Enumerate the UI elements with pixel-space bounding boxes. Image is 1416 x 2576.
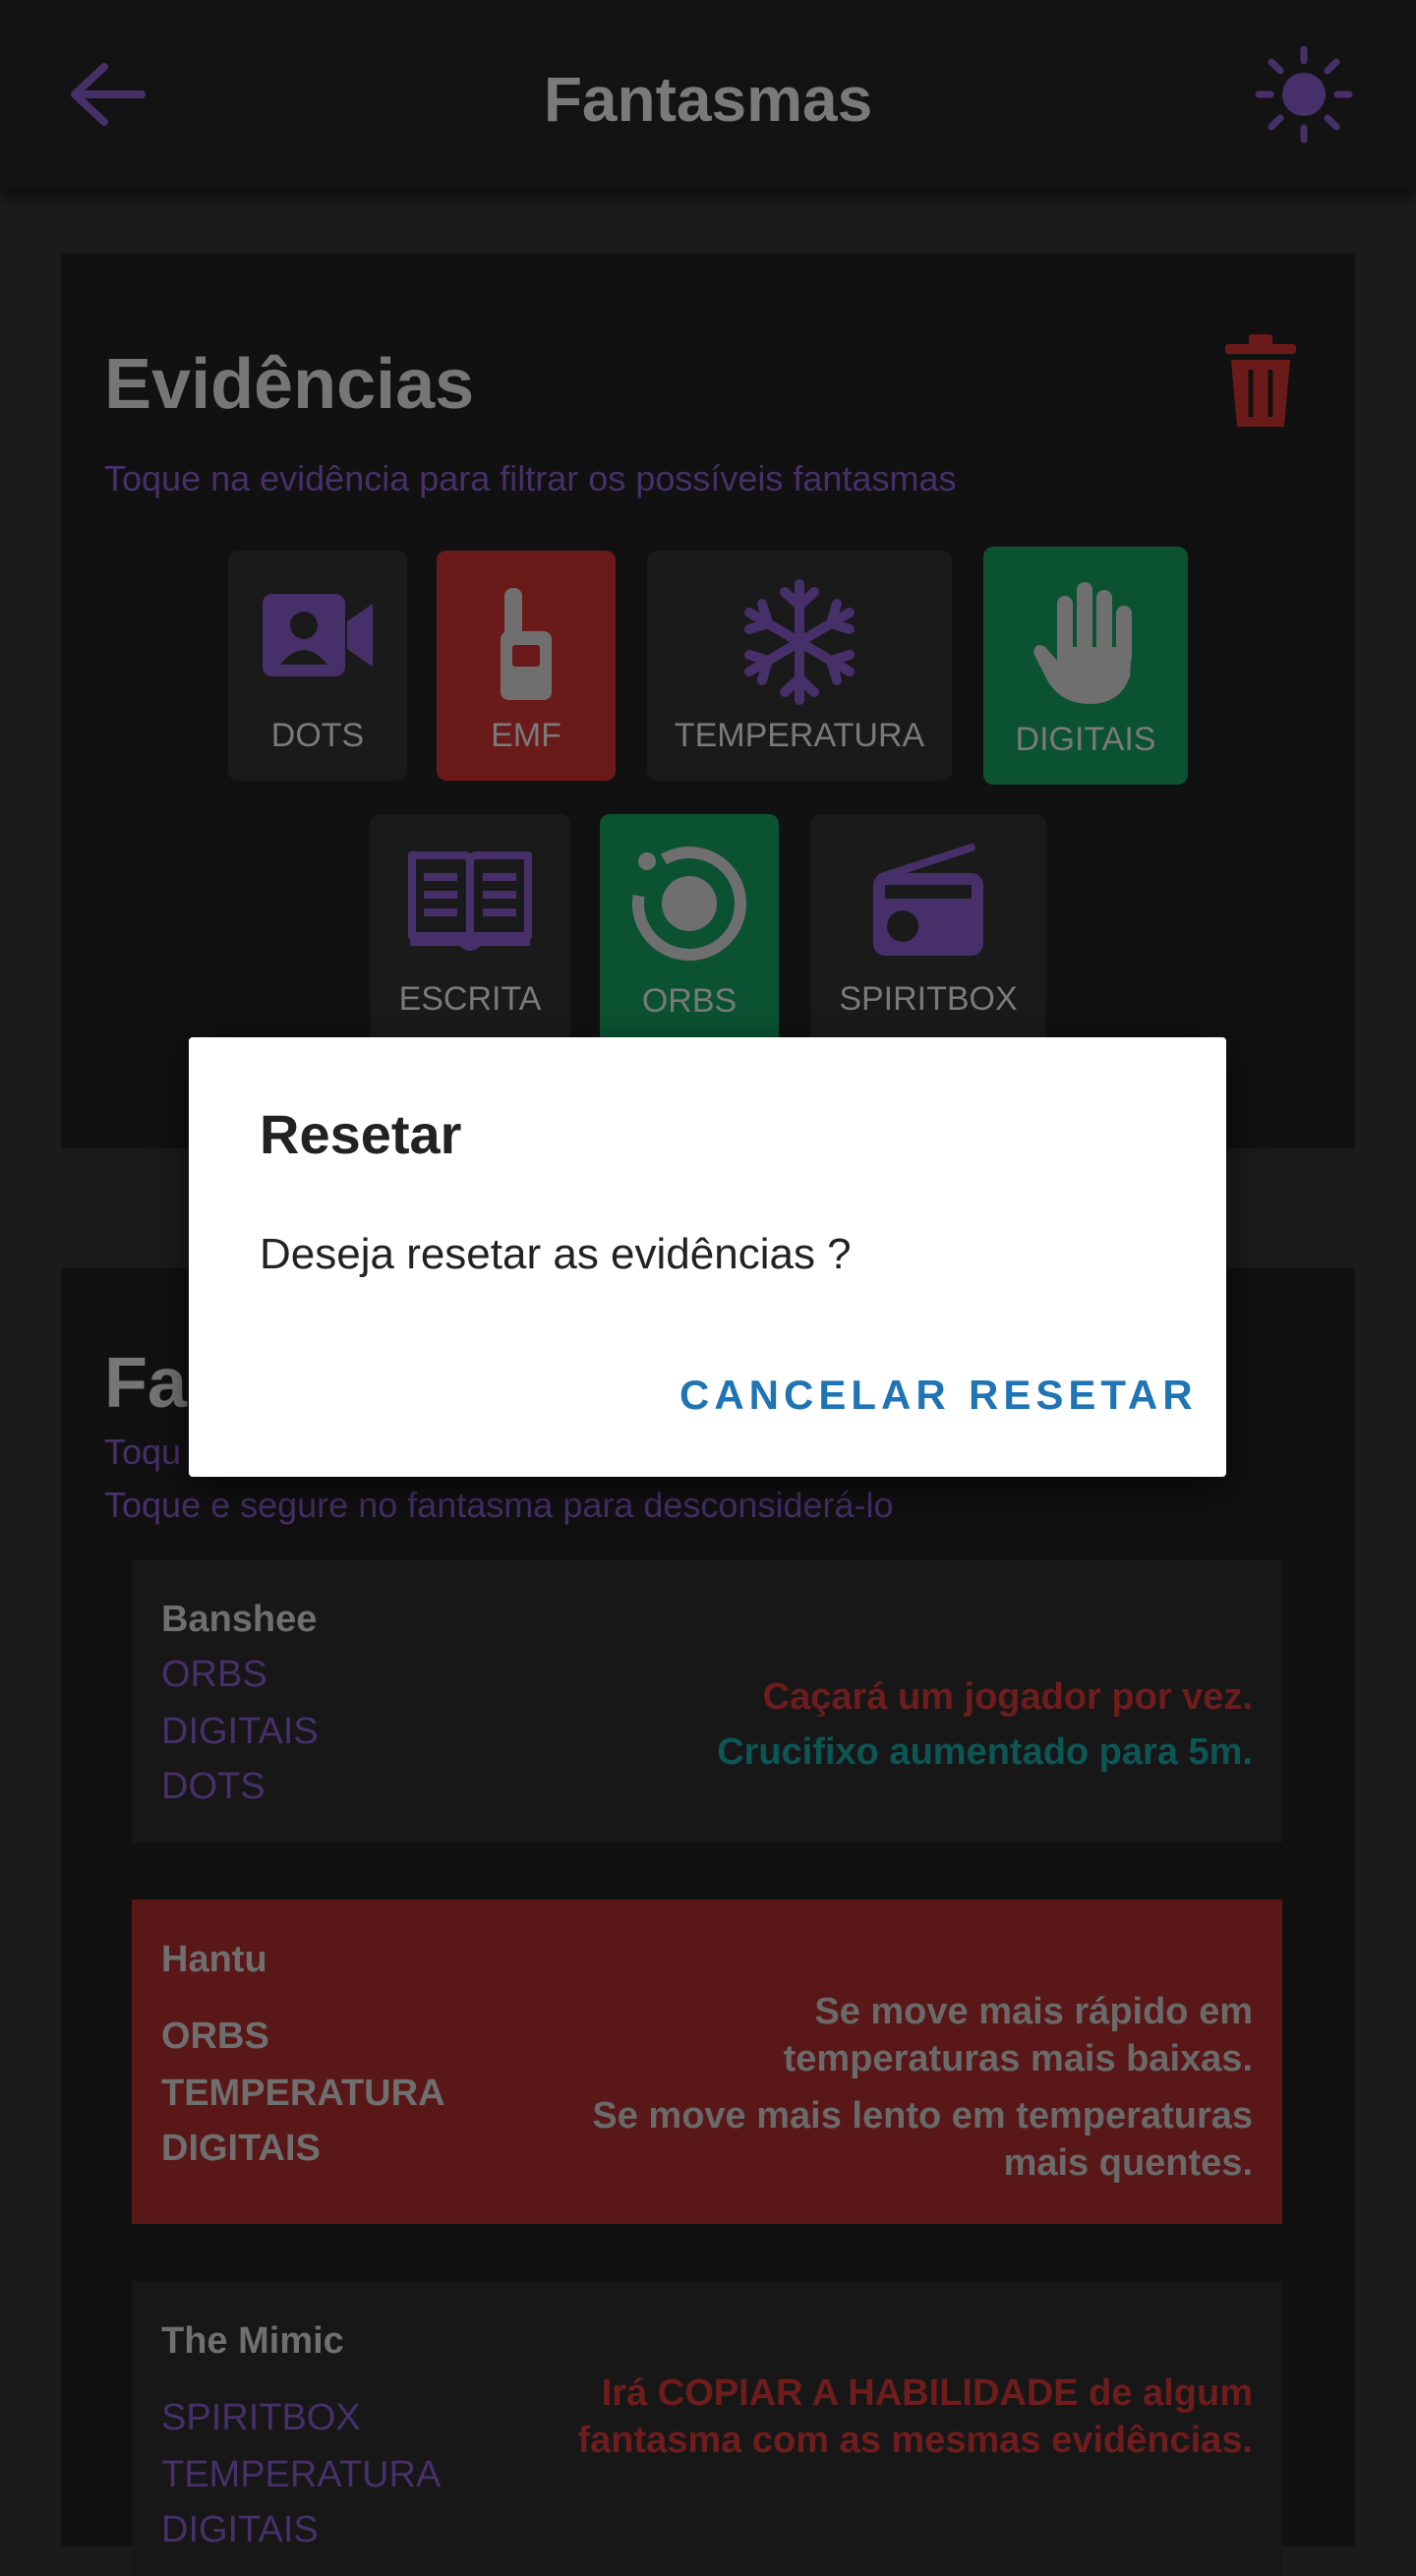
dialog-title: Resetar [260,1103,462,1165]
cancel-button[interactable]: CANCELAR [679,1372,951,1419]
reset-button[interactable]: RESETAR [969,1372,1198,1419]
reset-dialog: Resetar Deseja resetar as evidências ? C… [189,1037,1226,1477]
dialog-message: Deseja resetar as evidências ? [260,1230,852,1278]
